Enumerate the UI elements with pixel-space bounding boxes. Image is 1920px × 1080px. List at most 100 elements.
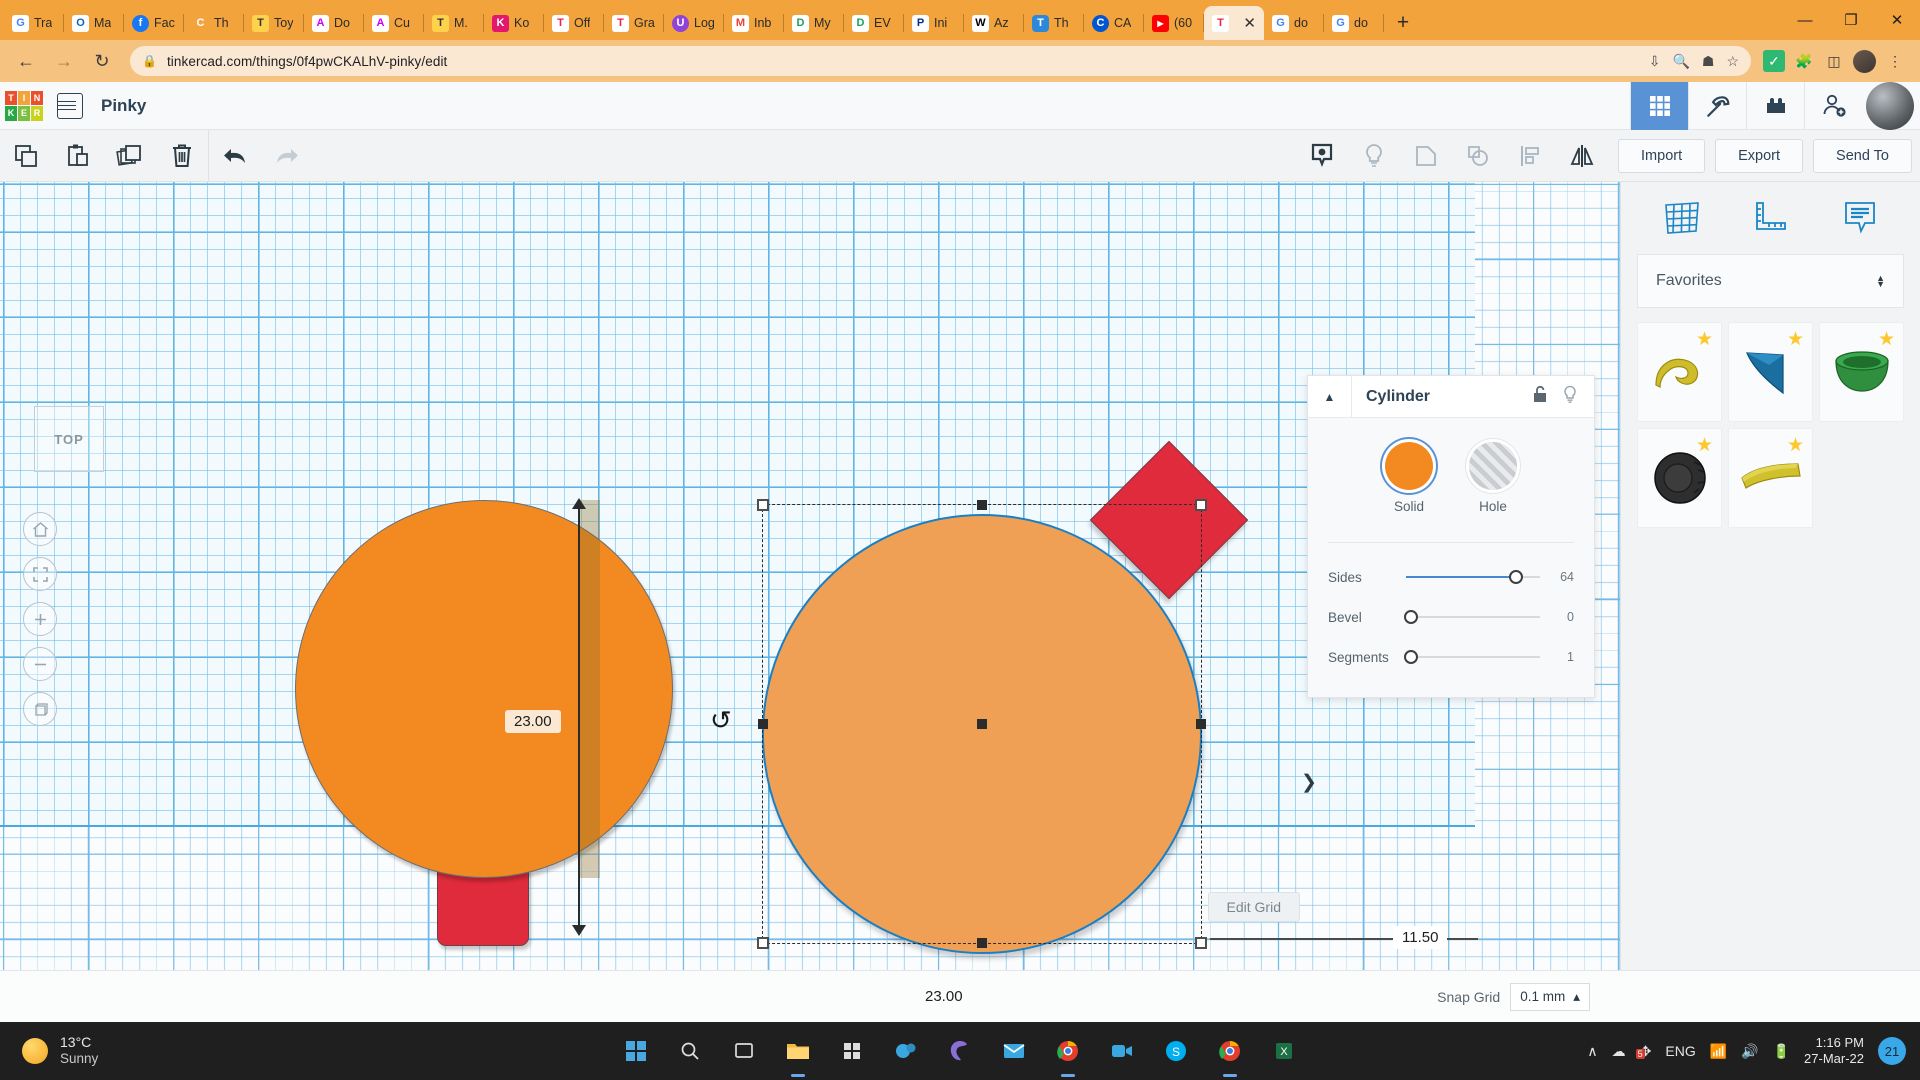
view-cube[interactable]: TOP bbox=[34, 406, 104, 472]
invite-button[interactable] bbox=[1804, 82, 1862, 130]
solid-option[interactable]: Solid bbox=[1385, 442, 1433, 514]
duplicate-button[interactable] bbox=[104, 130, 156, 182]
chrome-button[interactable] bbox=[1048, 1031, 1088, 1071]
teams-button[interactable] bbox=[886, 1031, 926, 1071]
browser-tab[interactable]: ▶(60 bbox=[1144, 6, 1204, 40]
ruler-button[interactable] bbox=[1348, 130, 1400, 182]
new-tab-button[interactable]: + bbox=[1388, 8, 1418, 38]
sidebar-item-shapes[interactable] bbox=[1654, 194, 1710, 242]
share-icon[interactable]: ☗ bbox=[1702, 53, 1715, 70]
wifi-icon[interactable]: 📶 bbox=[1710, 1043, 1727, 1060]
browser-tab[interactable]: ADo bbox=[304, 6, 364, 40]
browser-tab[interactable]: KKo bbox=[484, 6, 544, 40]
zoom-button[interactable] bbox=[1102, 1031, 1142, 1071]
clock[interactable]: 1:16 PM 27-Mar-22 bbox=[1804, 1035, 1864, 1068]
browser-tab[interactable]: Gdo bbox=[1264, 6, 1324, 40]
blocks-button[interactable] bbox=[1746, 82, 1804, 130]
workplane-button[interactable] bbox=[1296, 130, 1348, 182]
edit-grid-button[interactable]: Edit Grid bbox=[1208, 892, 1300, 922]
grid-view-button[interactable] bbox=[1630, 82, 1688, 130]
home-view-button[interactable] bbox=[23, 512, 57, 546]
mirror-button[interactable] bbox=[1556, 130, 1608, 182]
zoom-out-button[interactable] bbox=[23, 647, 57, 681]
browser-tab[interactable]: fFac bbox=[124, 6, 184, 40]
browser-tab[interactable]: CCA bbox=[1084, 6, 1144, 40]
browser-tab-active[interactable]: T✕ bbox=[1204, 6, 1264, 40]
browser-tab[interactable]: WAz bbox=[964, 6, 1024, 40]
chrome2-button[interactable] bbox=[1210, 1031, 1250, 1071]
resize-handle-se[interactable] bbox=[1195, 937, 1207, 949]
resize-handle-e[interactable] bbox=[1196, 719, 1206, 729]
zoom-out-icon[interactable]: 🔍 bbox=[1672, 53, 1689, 70]
favorite-shape-bowl[interactable]: ★ bbox=[1819, 322, 1904, 422]
lightbulb-icon[interactable] bbox=[1562, 385, 1578, 408]
redo-button[interactable] bbox=[261, 130, 313, 182]
horizontal-dimension-label[interactable]: 11.50 bbox=[1393, 926, 1447, 949]
onedrive-icon[interactable]: ☁ bbox=[1612, 1043, 1626, 1060]
puzzle-extension-icon[interactable]: 🧩 bbox=[1793, 50, 1815, 72]
star-icon[interactable]: ★ bbox=[1787, 328, 1804, 351]
bookmark-star-icon[interactable]: ☆ bbox=[1726, 53, 1739, 70]
resize-handle-ne[interactable] bbox=[1195, 499, 1207, 511]
browser-tab[interactable]: GTra bbox=[4, 6, 64, 40]
group-button[interactable] bbox=[1400, 130, 1452, 182]
updates-icon[interactable]: ✥5 bbox=[1640, 1043, 1652, 1060]
delete-button[interactable] bbox=[156, 130, 208, 182]
browser-tab[interactable]: Gdo bbox=[1324, 6, 1384, 40]
browser-tab[interactable]: TOff bbox=[544, 6, 604, 40]
firefox-button[interactable] bbox=[940, 1031, 980, 1071]
ungroup-button[interactable] bbox=[1452, 130, 1504, 182]
task-view-button[interactable] bbox=[724, 1031, 764, 1071]
left-cylinder-shape[interactable] bbox=[295, 500, 673, 878]
slider-knob[interactable] bbox=[1404, 610, 1418, 624]
sides-slider[interactable] bbox=[1406, 567, 1540, 587]
favorite-shape-horn[interactable]: ★ bbox=[1637, 322, 1722, 422]
resize-handle-n[interactable] bbox=[977, 500, 987, 510]
codeblocks-button[interactable] bbox=[1688, 82, 1746, 130]
start-button[interactable] bbox=[616, 1031, 656, 1071]
checkmark-extension-icon[interactable]: ✓ bbox=[1763, 50, 1785, 72]
download-icon[interactable]: ⇩ bbox=[1649, 53, 1661, 70]
browser-tab[interactable]: TGra bbox=[604, 6, 664, 40]
weather-widget[interactable]: 13°C Sunny bbox=[0, 1034, 98, 1068]
send-to-button[interactable]: Send To bbox=[1813, 139, 1912, 173]
browser-tab[interactable]: DEV bbox=[844, 6, 904, 40]
minimize-button[interactable]: — bbox=[1782, 0, 1828, 40]
bevel-slider[interactable] bbox=[1406, 607, 1540, 627]
language-indicator[interactable]: ENG bbox=[1665, 1043, 1695, 1059]
browser-tab[interactable]: PIni bbox=[904, 6, 964, 40]
browser-tab[interactable]: TToy bbox=[244, 6, 304, 40]
avatar[interactable] bbox=[1866, 82, 1914, 130]
export-button[interactable]: Export bbox=[1715, 139, 1803, 173]
window-close-button[interactable]: ✕ bbox=[1874, 0, 1920, 40]
battery-charging-icon[interactable]: 🔋 bbox=[1773, 1043, 1790, 1060]
rotate-handle[interactable]: ↺ bbox=[710, 707, 736, 739]
search-button[interactable] bbox=[670, 1031, 710, 1071]
zoom-in-button[interactable] bbox=[23, 602, 57, 636]
forward-button[interactable]: → bbox=[48, 45, 80, 77]
speaker-icon[interactable]: 🔊 bbox=[1741, 1043, 1758, 1060]
panel-expand-button[interactable]: ❯ bbox=[1298, 762, 1320, 802]
maximize-button[interactable]: ❐ bbox=[1828, 0, 1874, 40]
resize-handle-nw[interactable] bbox=[757, 499, 769, 511]
star-icon[interactable]: ★ bbox=[1787, 434, 1804, 457]
profile-avatar[interactable] bbox=[1853, 50, 1876, 73]
file-explorer-button[interactable] bbox=[778, 1031, 818, 1071]
shape-category-select[interactable]: Favorites ▲▼ bbox=[1637, 254, 1904, 308]
align-button[interactable] bbox=[1504, 130, 1556, 182]
reload-button[interactable]: ↻ bbox=[86, 45, 118, 77]
browser-tab[interactable]: TM. bbox=[424, 6, 484, 40]
vertical-dimension-label[interactable]: 23.00 bbox=[505, 710, 561, 733]
center-handle[interactable] bbox=[977, 719, 987, 729]
sidebar-item-notes[interactable] bbox=[1832, 194, 1888, 242]
browser-tab[interactable]: ACu bbox=[364, 6, 424, 40]
browser-tab[interactable]: DMy bbox=[784, 6, 844, 40]
resize-handle-s[interactable] bbox=[977, 938, 987, 948]
excel-button[interactable]: X bbox=[1264, 1031, 1304, 1071]
browser-tab[interactable]: ULog bbox=[664, 6, 724, 40]
store-button[interactable] bbox=[832, 1031, 872, 1071]
paste-button[interactable] bbox=[52, 130, 104, 182]
notification-badge[interactable]: 21 bbox=[1878, 1037, 1906, 1065]
project-menu-button[interactable] bbox=[57, 93, 83, 119]
slider-knob[interactable] bbox=[1509, 570, 1523, 584]
